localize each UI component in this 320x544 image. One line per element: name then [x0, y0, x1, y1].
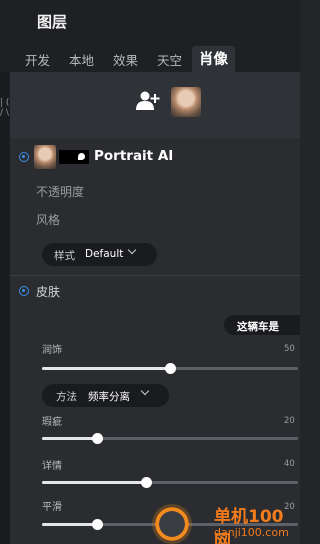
tab-local[interactable]: 本地 [69, 50, 94, 69]
skin-radio[interactable] [19, 286, 29, 296]
detail-value: 40 [284, 459, 295, 469]
blemish-slider-handle[interactable] [92, 433, 104, 444]
style-dropdown[interactable]: 样式 Default [42, 243, 157, 266]
tab-develop[interactable]: 开发 [25, 50, 50, 69]
add-person-icon[interactable] [136, 90, 160, 112]
skin-section-label: 皮肤 [36, 285, 61, 299]
smooth-slider-handle[interactable] [92, 519, 104, 530]
style-dropdown-value: Default [85, 248, 124, 260]
tab-sky[interactable]: 天空 [157, 50, 182, 69]
tab-effects[interactable]: 效果 [113, 50, 138, 69]
blemish-value: 20 [284, 416, 295, 426]
panel-title: 图层 [37, 13, 68, 31]
chevron-down-icon [140, 386, 150, 396]
retouch-slider-handle[interactable] [165, 363, 176, 374]
method-dropdown-key: 方法 [56, 391, 77, 403]
retouch-value: 50 [284, 344, 295, 354]
chevron-down-icon [127, 245, 137, 255]
smooth-label: 平滑 [42, 502, 62, 513]
layer-name: Portrait AI [94, 148, 174, 164]
layer-visibility-radio[interactable] [19, 152, 29, 162]
site-watermark: 单机100网 danji100.com [152, 500, 300, 544]
retouch-slider[interactable] [42, 363, 298, 374]
detail-label: 详情 [42, 461, 62, 472]
opacity-label: 不透明度 [36, 185, 85, 199]
layer-row-thumbnail [34, 145, 56, 169]
retouch-label: 润饰 [42, 345, 62, 356]
tab-portrait[interactable]: 肖像 [192, 46, 235, 74]
tab-bar: 开发 本地 效果 天空 肖像 [0, 44, 300, 74]
left-rail-glyphs: | ( / \ [0, 98, 10, 118]
watermark-url: danji100.com [214, 526, 289, 539]
style-dropdown-key: 样式 [54, 250, 75, 262]
method-dropdown-value: 频率分离 [88, 391, 130, 403]
method-dropdown[interactable]: 方法 频率分离 [42, 384, 169, 407]
blemish-label: 瑕疵 [42, 417, 62, 428]
tooltip-badge: 这辆车是 [224, 315, 300, 335]
layer-mask-thumbnail[interactable] [59, 150, 89, 164]
blemish-slider[interactable] [42, 433, 298, 444]
watermark-logo-icon [152, 504, 192, 544]
style-label: 风格 [36, 213, 61, 227]
layer-thumbnail[interactable] [171, 87, 201, 117]
detail-slider[interactable] [42, 477, 298, 488]
section-divider [10, 275, 300, 276]
left-rail [0, 72, 10, 544]
